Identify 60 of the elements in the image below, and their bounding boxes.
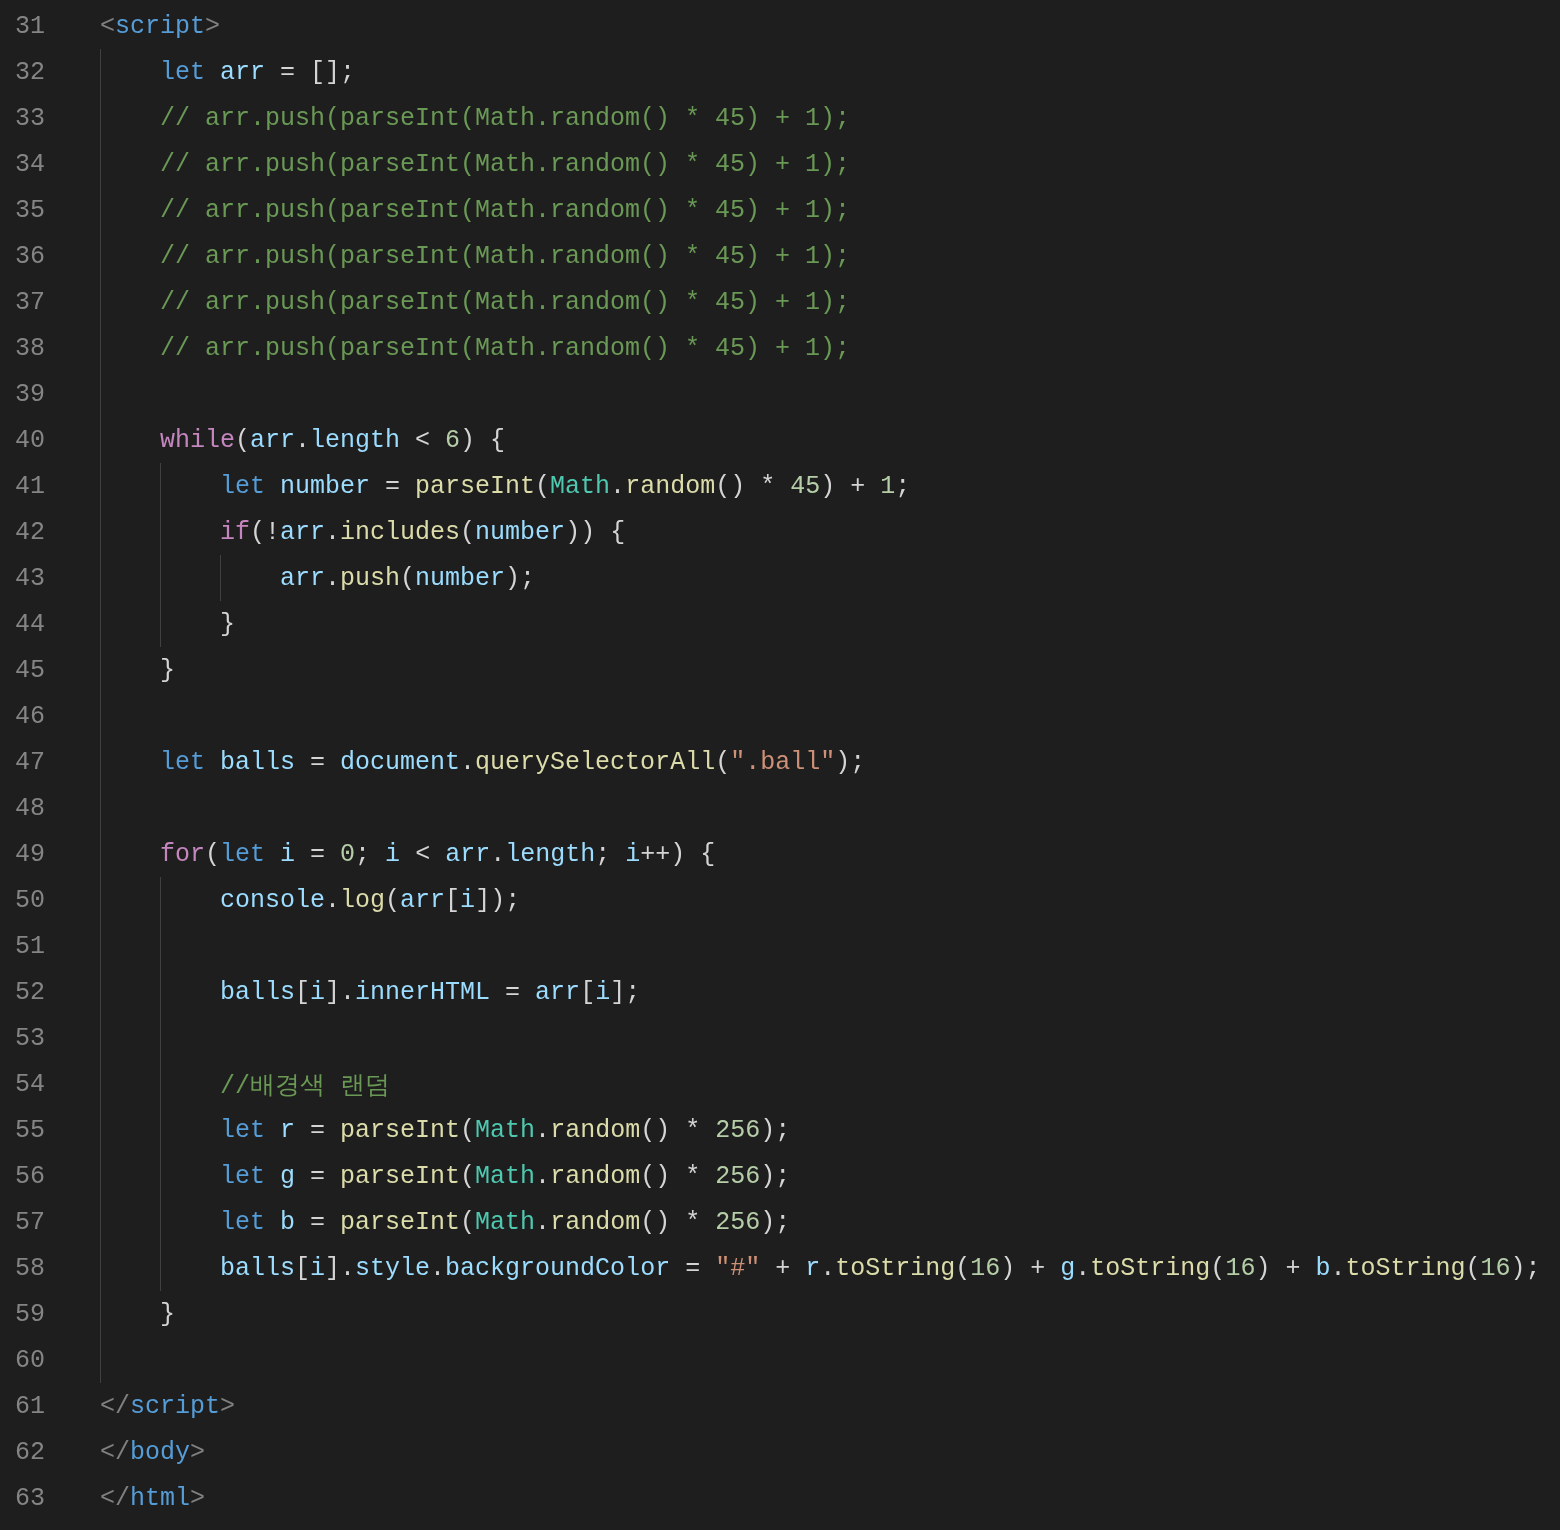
code-line: }: [160, 1298, 175, 1331]
code-line: // arr.push(parseInt(Math.random() * 45) + 1);: [160, 240, 851, 273]
line-number: 51: [14, 930, 46, 963]
line-number: 49: [14, 838, 46, 871]
code-line: </script>: [100, 1390, 236, 1423]
line-number: 37: [14, 286, 46, 319]
line-number: 45: [14, 654, 46, 687]
line-number: 35: [14, 194, 46, 227]
line-number: 33: [14, 102, 46, 135]
code-line: let number = parseInt(Math.random() * 45) + 1;: [220, 470, 911, 503]
code-line: for(let i = 0; i < arr.length; i++) {: [160, 838, 716, 871]
code-line: </body>: [100, 1436, 206, 1469]
code-line: let b = parseInt(Math.random() * 256);: [220, 1206, 791, 1239]
code-line: //배경색 랜덤: [220, 1070, 390, 1103]
code-line: <script>: [100, 10, 221, 43]
code-line: // arr.push(parseInt(Math.random() * 45) + 1);: [160, 332, 851, 365]
code-line: balls[i].innerHTML = arr[i];: [220, 976, 641, 1009]
line-number: 43: [14, 562, 46, 595]
line-number: 31: [14, 10, 46, 43]
code-line: // arr.push(parseInt(Math.random() * 45) + 1);: [160, 148, 851, 181]
code-line: balls[i].style.backgroundColor = "#" + r.toString(16) + g.toString(16) + b.toString(16);: [220, 1252, 1541, 1285]
code-line: }: [220, 608, 235, 641]
line-number: 38: [14, 332, 46, 365]
code-line: while(arr.length < 6) {: [160, 424, 506, 457]
line-number: 48: [14, 792, 46, 825]
code-line: let balls = document.querySelectorAll(".ball");: [160, 746, 866, 779]
line-number: 55: [14, 1114, 46, 1147]
code-line: }: [160, 654, 175, 687]
line-number: 62: [14, 1436, 46, 1469]
line-number: 63: [14, 1482, 46, 1515]
code-line: arr.push(number);: [280, 562, 536, 595]
code-line: // arr.push(parseInt(Math.random() * 45) + 1);: [160, 194, 851, 227]
line-number: 58: [14, 1252, 46, 1285]
line-number: 56: [14, 1160, 46, 1193]
line-number: 52: [14, 976, 46, 1009]
line-number: 34: [14, 148, 46, 181]
code-line: let g = parseInt(Math.random() * 256);: [220, 1160, 791, 1193]
code-line: let arr = [];: [160, 56, 356, 89]
line-number: 40: [14, 424, 46, 457]
code-line: if(!arr.includes(number)) {: [220, 516, 626, 549]
line-number: 60: [14, 1344, 46, 1377]
line-number: 61: [14, 1390, 46, 1423]
line-number: 46: [14, 700, 46, 733]
code-line: console.log(arr[i]);: [220, 884, 521, 917]
line-number: 36: [14, 240, 46, 273]
line-number: 54: [14, 1068, 46, 1101]
line-number: 47: [14, 746, 46, 779]
code-line: </html>: [100, 1482, 206, 1515]
code-line: // arr.push(parseInt(Math.random() * 45) + 1);: [160, 286, 851, 319]
line-number: 44: [14, 608, 46, 641]
line-number: 59: [14, 1298, 46, 1331]
line-number: 53: [14, 1022, 46, 1055]
line-number: 42: [14, 516, 46, 549]
line-number: 57: [14, 1206, 46, 1239]
code-line: // arr.push(parseInt(Math.random() * 45) + 1);: [160, 102, 851, 135]
code-line: let r = parseInt(Math.random() * 256);: [220, 1114, 791, 1147]
line-number: 39: [14, 378, 46, 411]
line-number: 41: [14, 470, 46, 503]
line-number: 32: [14, 56, 46, 89]
line-number: 50: [14, 884, 46, 917]
